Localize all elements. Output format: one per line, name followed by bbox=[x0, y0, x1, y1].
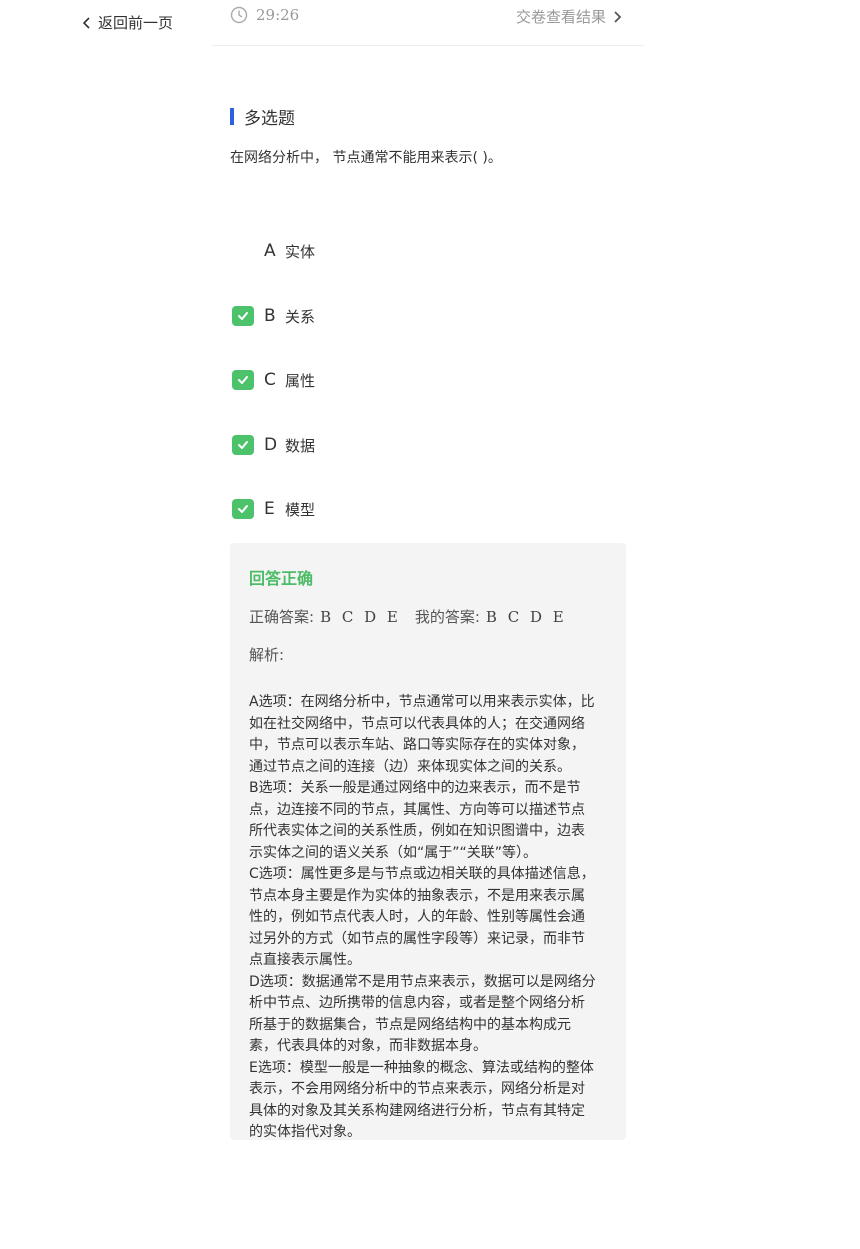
correct-answer-label: 正确答案: bbox=[249, 608, 315, 626]
question-text: 在网络分析中， 节点通常不能用来表示( )。 bbox=[230, 150, 502, 166]
option-letter: D bbox=[264, 435, 278, 455]
option-letter: E bbox=[264, 499, 275, 519]
option-e[interactable]: E 模型 bbox=[232, 498, 315, 520]
option-text: 属性 bbox=[285, 371, 316, 390]
top-bar: 29:26 交卷查看结果 bbox=[212, 0, 644, 46]
option-a[interactable]: A 实体 bbox=[232, 240, 315, 262]
chevron-right-icon bbox=[614, 10, 622, 23]
question-type: 多选题 bbox=[230, 104, 295, 129]
timer: 29:26 bbox=[230, 6, 299, 24]
answers-row: 正确答案: B C D E 我的答案: B C D E bbox=[249, 606, 607, 627]
option-text: 模型 bbox=[285, 500, 316, 519]
option-letter: A bbox=[264, 241, 276, 261]
back-link[interactable]: 返回前一页 bbox=[82, 12, 173, 33]
option-letter: B bbox=[264, 306, 276, 326]
option-letter: C bbox=[264, 370, 276, 390]
option-text: 关系 bbox=[285, 307, 316, 326]
option-a-checkbox[interactable] bbox=[232, 241, 254, 261]
question-type-label: 多选题 bbox=[244, 109, 295, 129]
option-b[interactable]: B 关系 bbox=[232, 305, 315, 327]
option-text: 数据 bbox=[285, 436, 316, 455]
submit-label: 交卷查看结果 bbox=[515, 8, 606, 26]
option-d[interactable]: D 数据 bbox=[232, 434, 315, 456]
my-answer-label: 我的答案: bbox=[414, 608, 480, 626]
back-label: 返回前一页 bbox=[98, 14, 174, 32]
checkbox-checked-icon[interactable] bbox=[232, 306, 254, 326]
timer-value: 29:26 bbox=[256, 6, 300, 24]
submit-view-results-button[interactable]: 交卷查看结果 bbox=[516, 6, 622, 27]
question-type-marker bbox=[230, 108, 234, 125]
checkbox-checked-icon[interactable] bbox=[232, 435, 254, 455]
correct-answer-value: B C D E bbox=[320, 607, 401, 626]
chevron-left-icon bbox=[82, 16, 90, 29]
analysis-label: 解析: bbox=[249, 646, 285, 664]
checkbox-checked-icon[interactable] bbox=[232, 370, 254, 390]
answer-result-panel: 回答正确 正确答案: B C D E 我的答案: B C D E 解析: A选项… bbox=[230, 543, 626, 1140]
my-answer-value: B C D E bbox=[485, 607, 567, 626]
result-status: 回答正确 bbox=[249, 569, 314, 588]
option-c[interactable]: C 属性 bbox=[232, 369, 315, 391]
analysis-text: A选项：在网络分析中，节点通常可以用来表示实体，比 如在社交网络中，节点可以代表… bbox=[249, 694, 596, 1140]
checkbox-checked-icon[interactable] bbox=[232, 499, 254, 519]
option-text: 实体 bbox=[285, 242, 316, 261]
clock-icon bbox=[230, 6, 248, 24]
